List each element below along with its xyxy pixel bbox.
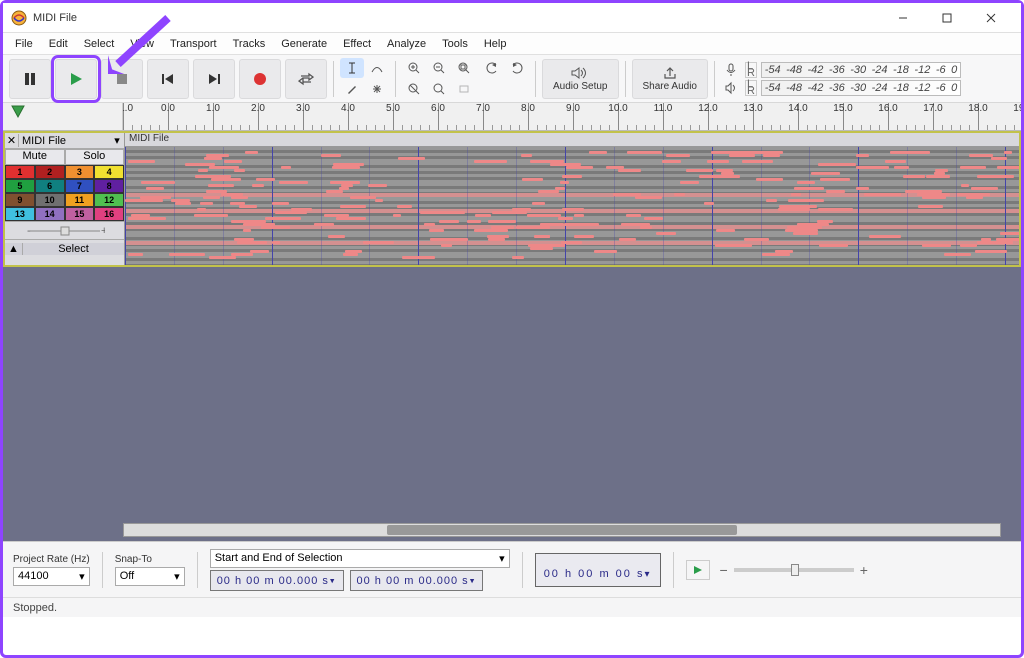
snap-combo[interactable]: Off▾ <box>115 567 185 586</box>
undo-button[interactable] <box>480 58 504 78</box>
channel-14[interactable]: 14 <box>35 207 65 221</box>
maximize-button[interactable] <box>925 4 969 32</box>
window-title: MIDI File <box>33 12 881 24</box>
share-icon <box>662 66 678 80</box>
menu-analyze[interactable]: Analyze <box>379 33 434 54</box>
status-bar: Stopped. <box>3 597 1021 617</box>
fit-selection-button[interactable] <box>452 58 476 78</box>
track-row: ✕ MIDI File ▾ Mute Solo 1234567891011121… <box>3 131 1021 267</box>
menu-edit[interactable]: Edit <box>41 33 76 54</box>
menu-help[interactable]: Help <box>476 33 515 54</box>
fit-project-button[interactable] <box>402 79 426 99</box>
channel-10[interactable]: 10 <box>35 193 65 207</box>
selection-format-combo[interactable]: Start and End of Selection▾ <box>210 549 510 568</box>
record-button[interactable] <box>239 59 281 99</box>
channel-4[interactable]: 4 <box>94 165 124 179</box>
audio-setup-button[interactable]: Audio Setup <box>542 59 619 99</box>
snap-label: Snap-To <box>115 554 185 565</box>
multi-tool-button[interactable] <box>365 79 389 99</box>
menubar: FileEditSelectViewTransportTracksGenerat… <box>3 33 1021 55</box>
zoom-toggle-button[interactable] <box>427 79 451 99</box>
clip-title[interactable]: MIDI File <box>125 133 1019 147</box>
channel-6[interactable]: 6 <box>35 179 65 193</box>
trim-button[interactable] <box>452 79 476 99</box>
play-button[interactable] <box>55 59 97 99</box>
zoom-out-button[interactable] <box>427 58 451 78</box>
project-rate-label: Project Rate (Hz) <box>13 554 90 565</box>
mic-icon[interactable] <box>725 63 741 77</box>
track-menu-button[interactable]: ▾ <box>110 134 124 147</box>
project-rate-combo[interactable]: 44100▾ <box>13 567 90 586</box>
selection-start-time[interactable]: 00 h 00 m 00.000 s▾ <box>210 570 344 591</box>
tracks-area[interactable]: ✕ MIDI File ▾ Mute Solo 1234567891011121… <box>3 131 1021 541</box>
channel-grid[interactable]: 12345678910111213141516 <box>5 165 124 221</box>
horizontal-scrollbar[interactable] <box>123 523 1001 537</box>
track-select-button[interactable]: Select <box>23 243 124 255</box>
channel-15[interactable]: 15 <box>65 207 95 221</box>
channel-9[interactable]: 9 <box>5 193 35 207</box>
track-close-button[interactable]: ✕ <box>5 134 19 147</box>
velocity-slider[interactable]: -+ <box>5 221 124 239</box>
collapse-button[interactable]: ▲ <box>5 243 23 255</box>
channel-7[interactable]: 7 <box>65 179 95 193</box>
clip-area[interactable]: MIDI File <box>125 133 1019 265</box>
zoom-in-button[interactable] <box>402 58 426 78</box>
share-audio-button[interactable]: Share Audio <box>632 59 709 99</box>
playhead-icon[interactable] <box>11 105 25 119</box>
channel-2[interactable]: 2 <box>35 165 65 179</box>
selection-toolbar: Project Rate (Hz) 44100▾ Snap-To Off▾ St… <box>3 541 1021 597</box>
timeline-ruler[interactable]: - 1.00.01.02.03.04.05.06.07.08.09.010.01… <box>123 103 1021 130</box>
channel-13[interactable]: 13 <box>5 207 35 221</box>
solo-button[interactable]: Solo <box>65 149 125 165</box>
channel-5[interactable]: 5 <box>5 179 35 193</box>
menu-view[interactable]: View <box>122 33 162 54</box>
channel-11[interactable]: 11 <box>65 193 95 207</box>
play-speed-slider[interactable] <box>734 568 854 572</box>
envelope-tool-button[interactable] <box>365 58 389 78</box>
channel-8[interactable]: 8 <box>94 179 124 193</box>
selection-end-time[interactable]: 00 h 00 m 00.000 s▾ <box>350 570 484 591</box>
transport-time[interactable]: 00 h 00 m 00 s▾ <box>535 553 661 587</box>
skip-start-button[interactable] <box>147 59 189 99</box>
menu-select[interactable]: Select <box>76 33 123 54</box>
app-logo-icon <box>11 10 27 26</box>
stop-button[interactable] <box>101 59 143 99</box>
skip-end-button[interactable] <box>193 59 235 99</box>
channel-12[interactable]: 12 <box>94 193 124 207</box>
pause-button[interactable] <box>9 59 51 99</box>
track-control-panel[interactable]: ✕ MIDI File ▾ Mute Solo 1234567891011121… <box>5 133 125 265</box>
channel-1[interactable]: 1 <box>5 165 35 179</box>
svg-text:-: - <box>27 225 31 237</box>
minimize-button[interactable] <box>881 4 925 32</box>
menu-tracks[interactable]: Tracks <box>225 33 274 54</box>
close-button[interactable] <box>969 4 1013 32</box>
loop-button[interactable] <box>285 59 327 99</box>
play-at-speed-button[interactable] <box>686 560 710 580</box>
playback-meter[interactable]: -54-48-42-36-30-24-18-12-60 <box>761 80 961 96</box>
channel-16[interactable]: 16 <box>94 207 124 221</box>
menu-transport[interactable]: Transport <box>162 33 225 54</box>
menu-tools[interactable]: Tools <box>434 33 476 54</box>
channel-3[interactable]: 3 <box>65 165 95 179</box>
draw-tool-button[interactable] <box>340 79 364 99</box>
record-meter[interactable]: -54-48-42-36-30-24-18-12-60 <box>761 62 961 78</box>
selection-tool-button[interactable] <box>340 58 364 78</box>
mute-button[interactable]: Mute <box>5 149 65 165</box>
track-name[interactable]: MIDI File <box>19 135 110 147</box>
menu-effect[interactable]: Effect <box>335 33 379 54</box>
status-text: Stopped. <box>13 602 57 614</box>
speaker-icon <box>570 66 590 80</box>
main-toolbar: Audio Setup Share Audio LR -54-48-42-36-… <box>3 55 1021 103</box>
menu-file[interactable]: File <box>7 33 41 54</box>
svg-text:+: + <box>101 225 105 237</box>
speaker-meter-icon[interactable] <box>725 81 741 95</box>
redo-button[interactable] <box>505 58 529 78</box>
menu-generate[interactable]: Generate <box>273 33 335 54</box>
